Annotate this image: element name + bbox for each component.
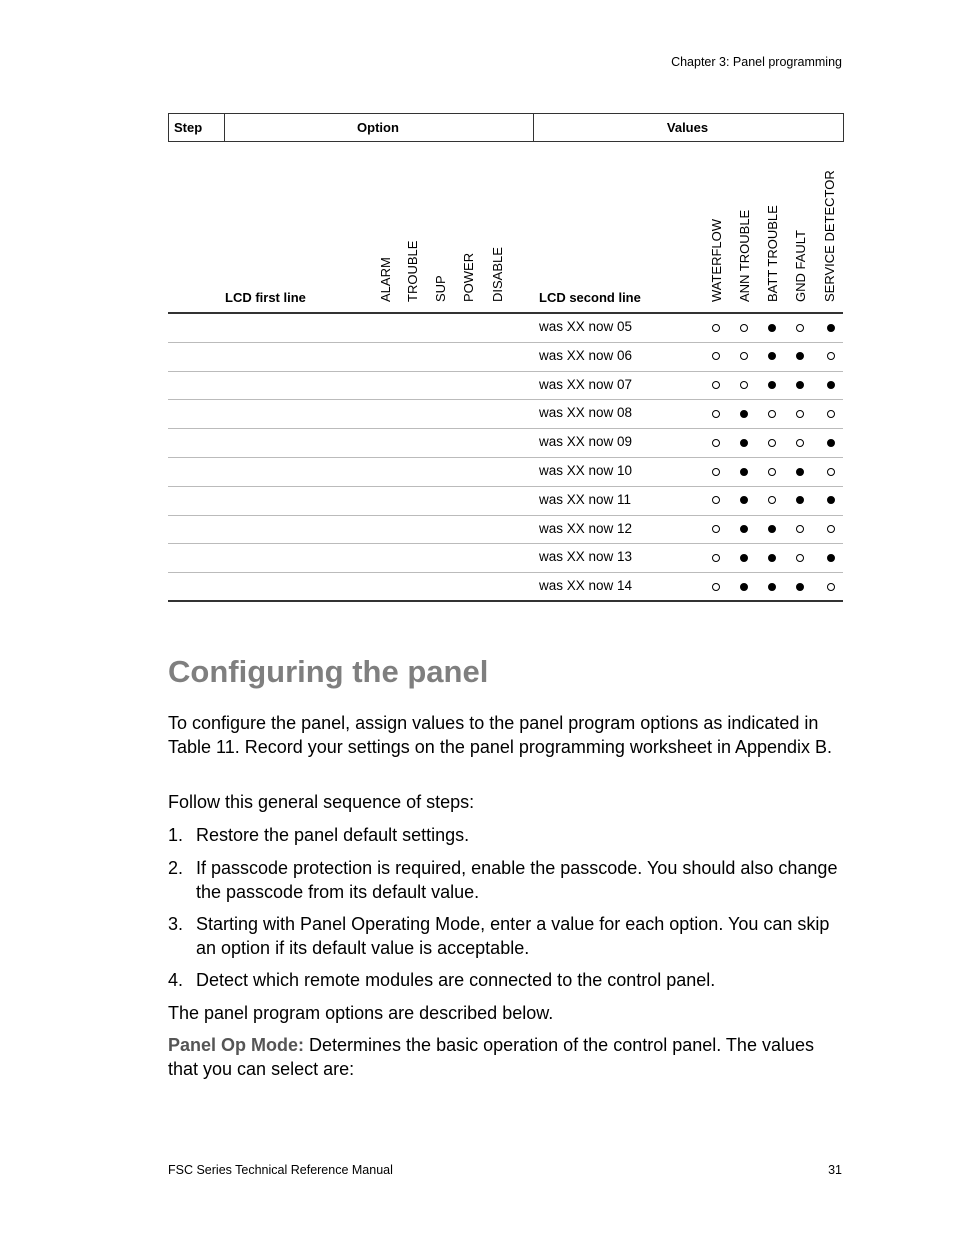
filled-circle-icon	[796, 496, 804, 505]
page-number: 31	[828, 1163, 842, 1177]
lcd-second-line-cell: was XX now 10	[539, 463, 633, 478]
intro-paragraph: To configure the panel, assign values to…	[168, 713, 833, 757]
row-divider	[168, 428, 843, 430]
open-circle-icon	[740, 352, 748, 361]
open-circle-icon	[768, 438, 776, 447]
section-title: Configuring the panel	[168, 654, 489, 689]
table-header-step: Step	[168, 113, 225, 142]
filled-circle-icon	[827, 553, 835, 562]
filled-circle-icon	[740, 438, 748, 447]
panel-op-mode-paragraph: Panel Op Mode: Determines the basic oper…	[168, 1035, 814, 1079]
open-circle-icon	[768, 496, 776, 505]
lcd-second-line-cell: was XX now 11	[539, 491, 632, 507]
after-paragraph: The panel program options are described …	[168, 1003, 554, 1023]
filled-circle-icon	[740, 553, 748, 562]
row-divider	[168, 572, 843, 574]
open-circle-icon	[827, 525, 835, 534]
filled-circle-icon	[740, 525, 748, 534]
value-column-header: SERVICE DETECTOR	[822, 170, 837, 302]
filled-circle-icon	[827, 496, 835, 505]
filled-circle-icon	[768, 582, 776, 591]
filled-circle-icon	[740, 496, 748, 505]
open-circle-icon	[712, 409, 720, 418]
open-circle-icon	[796, 409, 804, 418]
option-column-header: POWER	[461, 252, 476, 302]
open-circle-icon	[740, 323, 748, 332]
filled-circle-icon	[768, 381, 776, 390]
lcd-second-line-header: LCD second line	[539, 290, 641, 305]
open-circle-icon	[712, 323, 720, 332]
row-divider	[168, 457, 843, 458]
row-divider	[168, 341, 843, 343]
lead-paragraph: Follow this general sequence of steps:	[168, 792, 475, 812]
open-circle-icon	[796, 323, 804, 332]
open-circle-icon	[712, 496, 720, 505]
open-circle-icon	[827, 582, 835, 591]
open-circle-icon	[712, 525, 720, 534]
lcd-second-line-cell: was XX now 12	[539, 520, 633, 536]
open-circle-icon	[712, 582, 720, 591]
row-divider	[168, 485, 843, 487]
open-circle-icon	[796, 553, 804, 562]
lcd-second-line-cell: was XX now 14	[539, 578, 633, 594]
value-column-header: WATERFLOW	[709, 218, 724, 302]
filled-circle-icon	[740, 409, 748, 418]
row-divider	[168, 399, 843, 401]
row-divider	[168, 543, 843, 545]
open-circle-icon	[712, 381, 720, 390]
row-divider	[168, 370, 843, 372]
open-circle-icon	[712, 352, 720, 361]
lcd-second-line-cell: was XX now 08	[539, 405, 633, 421]
footer-manual: FSC Series Technical Reference Manual	[168, 1163, 393, 1177]
lcd-first-line-header: LCD first line	[225, 290, 306, 305]
filled-circle-icon	[796, 467, 804, 476]
term-label: Panel Op Mode:	[168, 1035, 305, 1055]
open-circle-icon	[712, 553, 720, 562]
option-column-header: TROUBLE	[405, 240, 420, 302]
row-divider	[168, 514, 843, 516]
open-circle-icon	[768, 467, 776, 476]
option-column-header: DISABLE	[490, 247, 505, 302]
lcd-second-line-cell: was XX now 06	[539, 347, 633, 363]
filled-circle-icon	[768, 323, 776, 332]
value-column-header: ANN TROUBLE	[737, 209, 752, 302]
open-circle-icon	[768, 409, 776, 418]
filled-circle-icon	[796, 352, 804, 361]
filled-circle-icon	[768, 352, 776, 361]
option-column-header: ALARM	[378, 257, 393, 302]
open-circle-icon	[712, 467, 720, 476]
filled-circle-icon	[768, 525, 776, 534]
lcd-second-line-cell: was XX now 09	[539, 434, 633, 450]
table-bottom-border	[168, 600, 843, 602]
open-circle-icon	[740, 381, 748, 390]
value-column-header: GND FAULT	[793, 230, 808, 302]
filled-circle-icon	[796, 381, 804, 390]
option-column-header: SUP	[433, 275, 448, 302]
open-circle-icon	[827, 467, 835, 476]
document-page: Chapter 3: Panel programming Step Option…	[0, 0, 954, 1235]
filled-circle-icon	[768, 553, 776, 562]
filled-circle-icon	[827, 438, 835, 447]
lcd-second-line-cell: was XX now 07	[539, 376, 633, 392]
filled-circle-icon	[827, 323, 835, 332]
chapter-header: Chapter 3: Panel programming	[671, 55, 842, 69]
lcd-second-line-cell: was XX now 13	[539, 549, 633, 565]
filled-circle-icon	[827, 381, 835, 390]
open-circle-icon	[712, 438, 720, 447]
table-header-values: Values	[532, 113, 844, 142]
open-circle-icon	[827, 352, 835, 361]
filled-circle-icon	[796, 582, 804, 591]
filled-circle-icon	[740, 467, 748, 476]
open-circle-icon	[827, 409, 835, 418]
header-divider	[168, 312, 843, 314]
open-circle-icon	[796, 438, 804, 447]
lcd-second-line-cell: was XX now 05	[539, 319, 633, 334]
filled-circle-icon	[740, 582, 748, 591]
table-header-option: Option	[223, 113, 534, 142]
value-column-header: BATT TROUBLE	[765, 205, 780, 302]
open-circle-icon	[796, 525, 804, 534]
